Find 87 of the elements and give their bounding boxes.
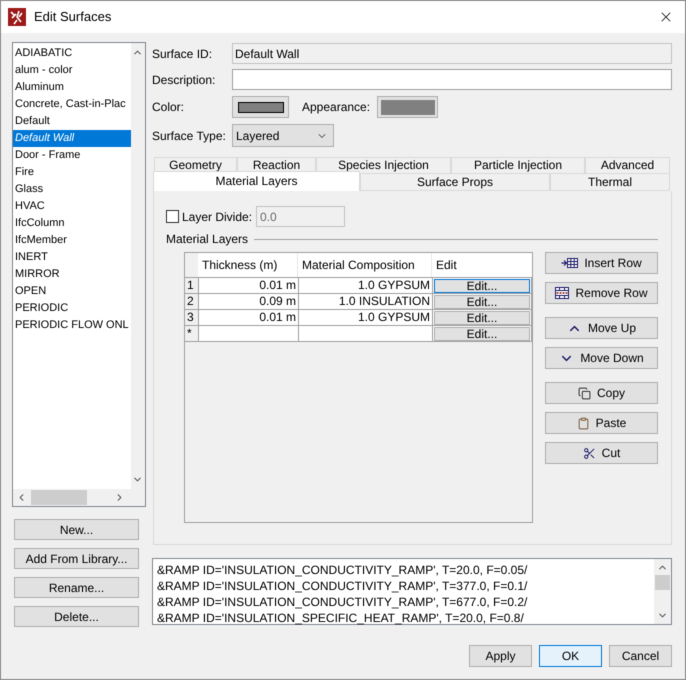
clipboard-icon bbox=[576, 416, 590, 430]
vertical-scrollbar[interactable] bbox=[130, 43, 145, 489]
vertical-scrollbar[interactable] bbox=[654, 559, 671, 624]
scrollbar-thumb[interactable] bbox=[655, 575, 670, 590]
output-line: &RAMP ID='INSULATION_CONDUCTIVITY_RAMP', T=377.0, F=0.1/ bbox=[157, 578, 528, 594]
field-label: Color: bbox=[152, 99, 186, 116]
dialog-button[interactable]: OK bbox=[539, 645, 602, 667]
list-item[interactable]: ADIABATIC bbox=[13, 45, 131, 62]
list-item[interactable]: Concrete, Cast-in-Plac bbox=[13, 96, 131, 113]
output-line: &RAMP ID='INSULATION_CONDUCTIVITY_RAMP', T=677.0, F=0.2/ bbox=[157, 594, 528, 610]
list-item[interactable]: MIRROR bbox=[13, 266, 131, 283]
list-item[interactable]: HVAC bbox=[13, 198, 131, 215]
list-action-button[interactable]: New... bbox=[14, 519, 139, 540]
grid-strike-icon bbox=[555, 287, 570, 299]
list-item[interactable]: IfcColumn bbox=[13, 215, 131, 232]
row-action-button[interactable]: Paste bbox=[545, 412, 658, 434]
button-label: Move Up bbox=[588, 320, 636, 337]
tab[interactable]: Thermal bbox=[550, 173, 670, 191]
list-item[interactable]: alum - color bbox=[13, 62, 131, 79]
surface-type-dropdown[interactable]: Layered bbox=[232, 124, 334, 147]
table-cell[interactable] bbox=[298, 326, 432, 341]
row-action-button[interactable]: Move Up bbox=[545, 317, 658, 339]
scrollbar-thumb[interactable] bbox=[31, 490, 87, 505]
table-cell[interactable]: 1.0 GYPSUM bbox=[298, 310, 432, 325]
row-action-button[interactable]: Remove Row bbox=[545, 282, 658, 304]
output-text-area[interactable] bbox=[152, 558, 672, 625]
column-header[interactable]: Edit bbox=[432, 253, 532, 277]
row-action-button[interactable]: Insert Row bbox=[545, 252, 658, 274]
field-label: Surface ID: bbox=[152, 46, 214, 62]
app-logo-icon bbox=[8, 8, 26, 26]
edit-button[interactable]: Edit... bbox=[434, 278, 530, 292]
color-picker-button[interactable] bbox=[232, 96, 289, 118]
edit-button[interactable]: Edit... bbox=[434, 310, 530, 324]
list-action-button[interactable]: Rename... bbox=[14, 577, 139, 598]
button-label: Copy bbox=[596, 385, 625, 402]
dialog-button[interactable]: Cancel bbox=[609, 645, 672, 667]
list-item[interactable]: Fire bbox=[13, 164, 131, 181]
copy-icon bbox=[578, 386, 591, 400]
button-label: Insert Row bbox=[584, 255, 642, 272]
field-label: Description: bbox=[152, 72, 216, 88]
row-action-button[interactable]: Move Down bbox=[545, 347, 658, 369]
edit-button[interactable]: Edit... bbox=[434, 294, 530, 308]
row-action-button[interactable]: Copy bbox=[545, 382, 658, 404]
group-heading: Material Layers bbox=[166, 231, 248, 248]
tab[interactable]: Species Injection bbox=[316, 157, 451, 173]
window-title: Edit Surfaces bbox=[34, 8, 112, 26]
list-item[interactable]: Aluminum bbox=[13, 79, 131, 96]
tab[interactable]: Particle Injection bbox=[451, 157, 585, 173]
edit-button[interactable]: Edit... bbox=[434, 326, 530, 340]
list-item[interactable]: Door - Frame bbox=[13, 147, 131, 164]
horizontal-scrollbar[interactable] bbox=[13, 489, 128, 506]
button-label: Remove Row bbox=[575, 285, 648, 302]
table-cell[interactable]: 0.01 m bbox=[198, 310, 298, 325]
tab[interactable]: Surface Props bbox=[360, 173, 550, 191]
appearance-picker-button[interactable] bbox=[377, 96, 438, 118]
button-label: Paste bbox=[596, 415, 626, 432]
tab[interactable]: Advanced bbox=[585, 157, 670, 173]
field-label: Surface Type: bbox=[152, 128, 227, 144]
scissors-icon bbox=[582, 446, 596, 460]
list-action-button[interactable]: Add From Library... bbox=[14, 548, 139, 569]
column-header[interactable]: Thickness (m) bbox=[198, 253, 298, 277]
description-field[interactable] bbox=[232, 69, 672, 90]
list-item[interactable]: PERIODIC bbox=[13, 300, 131, 317]
field-label: Layer Divide: bbox=[182, 208, 254, 226]
table-cell[interactable]: 0.01 m bbox=[198, 278, 298, 293]
table-cell[interactable]: 0.09 m bbox=[198, 294, 298, 309]
row-action-button[interactable]: Cut bbox=[545, 442, 658, 464]
tab[interactable]: Material Layers bbox=[153, 171, 360, 191]
list-item[interactable]: INERT bbox=[13, 249, 131, 266]
list-item[interactable]: Default bbox=[13, 113, 131, 130]
button-label: Cut bbox=[602, 445, 620, 462]
list-item[interactable]: OPEN bbox=[13, 283, 131, 300]
table-cell[interactable]: 1.0 INSULATION bbox=[298, 294, 432, 309]
list-item[interactable]: Default Wall bbox=[13, 130, 131, 147]
list-item[interactable]: PERIODIC FLOW ONL bbox=[13, 317, 131, 334]
column-header[interactable]: Material Composition bbox=[298, 253, 432, 277]
output-line: &RAMP ID='INSULATION_CONDUCTIVITY_RAMP', T=20.0, F=0.05/ bbox=[157, 562, 528, 578]
list-action-button[interactable]: Delete... bbox=[14, 606, 139, 627]
table-cell[interactable]: 1.0 GYPSUM bbox=[298, 278, 432, 293]
table-cell[interactable] bbox=[198, 326, 298, 341]
list-item[interactable]: IfcMember bbox=[13, 232, 131, 249]
dialog-button[interactable]: Apply bbox=[469, 645, 532, 667]
list-item[interactable]: Glass bbox=[13, 181, 131, 198]
button-label: Move Down bbox=[580, 350, 644, 367]
field-label: Appearance: bbox=[302, 99, 372, 116]
grid-arrow-icon bbox=[561, 257, 578, 269]
output-line: &RAMP ID='INSULATION_SPECIFIC_HEAT_RAMP', T=20.0, F=0.8/ bbox=[157, 610, 525, 626]
